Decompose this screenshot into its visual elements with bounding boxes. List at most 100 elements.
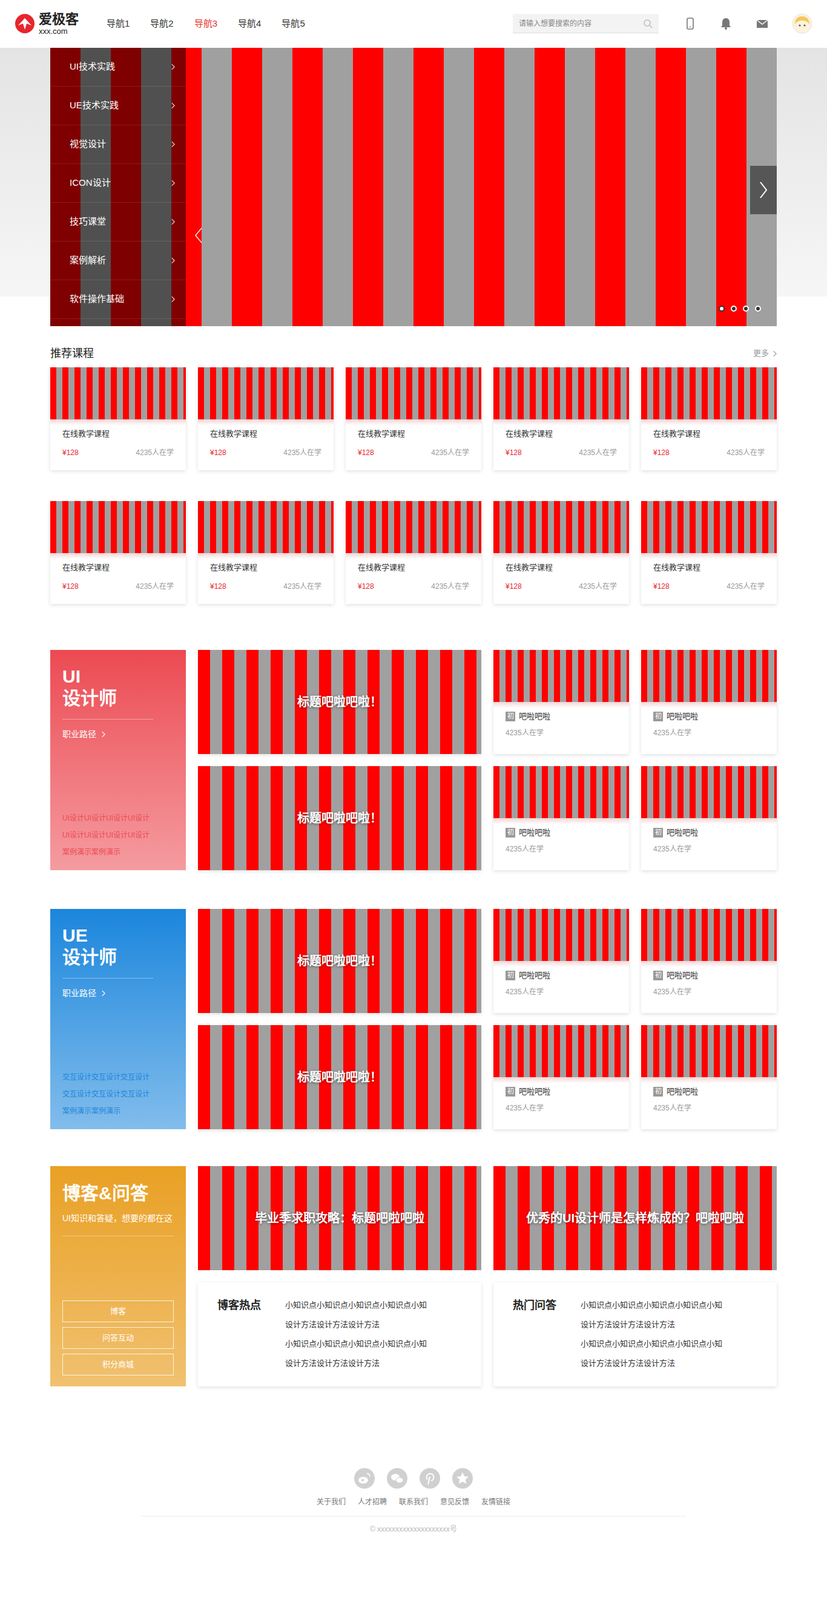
bell-icon[interactable] bbox=[719, 16, 733, 31]
track-subtitle: 设计师 bbox=[62, 687, 177, 710]
star-icon[interactable] bbox=[451, 1468, 474, 1490]
footer-link[interactable]: 友情链接 bbox=[481, 1497, 511, 1509]
blog-list-line[interactable]: 设计方法设计方法设计方法 bbox=[285, 1315, 427, 1335]
phone-icon[interactable] bbox=[684, 16, 697, 31]
category-item[interactable]: ICON设计 bbox=[50, 164, 186, 203]
blog-list-box: 热门问答小知识点小知识点小知识点小知识点小知设计方法设计方法设计方法小知识点小知… bbox=[493, 1282, 777, 1388]
slide-dot[interactable] bbox=[730, 305, 737, 312]
footer-links: 关于我们人才招聘联系我们意见反馈友情链接 bbox=[316, 1497, 511, 1509]
small-course-card[interactable]: 初吧啦吧啦4235人在学 bbox=[641, 650, 777, 755]
next-arrow-button[interactable] bbox=[750, 165, 777, 215]
blog-list-line[interactable]: 小知识点小知识点小知识点小知识点小知 bbox=[285, 1296, 427, 1316]
category-item[interactable]: 技巧课堂 bbox=[50, 202, 186, 242]
course-card[interactable]: 在线教学课程¥1284235人在学 bbox=[50, 501, 186, 605]
blog-button[interactable]: 问答互动 bbox=[62, 1327, 174, 1350]
career-path-label: 职业路径 bbox=[62, 987, 97, 1001]
nav-item[interactable]: 导航3 bbox=[194, 16, 218, 31]
small-course-students: 4235人在学 bbox=[505, 986, 617, 998]
category-item[interactable]: 视觉设计 bbox=[50, 125, 186, 165]
category-item[interactable]: 软件操作基础 bbox=[50, 280, 186, 320]
track-section: UI设计师职业路径UI设计UI设计UI设计UI设计UI设计UI设计UI设计UI设… bbox=[50, 650, 777, 871]
track-card[interactable]: UE设计师职业路径交互设计交互设计交互设计交互设计交互设计交互设计案例演示案例演… bbox=[50, 909, 186, 1130]
small-course-card[interactable]: 初吧啦吧啦4235人在学 bbox=[493, 909, 630, 1014]
small-course-card[interactable]: 初吧啦吧啦4235人在学 bbox=[641, 909, 777, 1014]
blog-list-line[interactable]: 小知识点小知识点小知识点小知识点小知 bbox=[580, 1334, 723, 1355]
slide-dot[interactable] bbox=[742, 305, 749, 312]
small-course-title: 吧啦吧啦 bbox=[666, 710, 699, 723]
blog-list-line[interactable]: 小知识点小知识点小知识点小知识点小知 bbox=[580, 1296, 723, 1316]
small-course-card[interactable]: 初吧啦吧啦4235人在学 bbox=[493, 1025, 630, 1130]
avatar-icon[interactable] bbox=[791, 13, 813, 34]
slide-dot[interactable] bbox=[718, 305, 725, 312]
course-card[interactable]: 在线教学课程¥1284235人在学 bbox=[493, 367, 630, 471]
slide-dot[interactable] bbox=[754, 305, 762, 312]
blog-button[interactable]: 博客 bbox=[62, 1301, 174, 1323]
course-card[interactable]: 在线教学课程¥1284235人在学 bbox=[345, 367, 482, 471]
category-label: UE技术实践 bbox=[69, 98, 119, 113]
feature-banner[interactable]: 标题吧啦吧啦！ bbox=[197, 909, 482, 1014]
footer: 关于我们人才招聘联系我们意见反馈友情链接© xxxxxxxxxxxxxxxxxx… bbox=[0, 1468, 827, 1572]
course-card[interactable]: 在线教学课程¥1284235人在学 bbox=[493, 501, 630, 605]
logo[interactable]: 爱极客xxx.com bbox=[14, 12, 79, 36]
small-course-students: 4235人在学 bbox=[653, 727, 765, 739]
mail-icon[interactable] bbox=[755, 16, 769, 31]
weibo-icon[interactable] bbox=[353, 1468, 376, 1490]
nav-item[interactable]: 导航5 bbox=[281, 16, 305, 31]
small-course-card[interactable]: 初吧啦吧啦4235人在学 bbox=[641, 766, 777, 871]
section-title: 推荐课程 bbox=[50, 345, 94, 363]
level-badge: 初 bbox=[653, 1087, 663, 1098]
footer-link[interactable]: 关于我们 bbox=[316, 1497, 346, 1509]
track-desc: 案例演示案例演示 bbox=[62, 1103, 177, 1121]
blog-list-line[interactable]: 设计方法设计方法设计方法 bbox=[580, 1315, 723, 1335]
more-link[interactable]: 更多 bbox=[753, 347, 777, 360]
blog-list-title: 博客热点 bbox=[217, 1296, 286, 1380]
chevron-right-icon bbox=[101, 990, 106, 998]
category-label: 技巧课堂 bbox=[69, 214, 106, 229]
course-card[interactable]: 在线教学课程¥1284235人在学 bbox=[197, 367, 334, 471]
nav-item[interactable]: 导航2 bbox=[150, 16, 174, 31]
blog-button[interactable]: 积分商城 bbox=[62, 1354, 174, 1377]
category-item[interactable]: 案例解析 bbox=[50, 241, 186, 281]
chevron-right-icon bbox=[170, 179, 175, 187]
nav-item[interactable]: 导航1 bbox=[106, 16, 130, 31]
blog-post-banner[interactable]: 毕业季求职攻略：标题吧啦吧啦 bbox=[197, 1166, 482, 1271]
prev-arrow-icon[interactable] bbox=[194, 227, 203, 244]
banner[interactable]: UI技术实践 UE技术实践视觉设计ICON设计技巧课堂案例解析软件操作基础 bbox=[50, 47, 777, 327]
category-item[interactable]: UE技术实践 bbox=[50, 86, 186, 126]
course-price: ¥128 bbox=[62, 581, 79, 593]
career-path-link[interactable]: 职业路径 bbox=[62, 728, 177, 742]
blog-list-line[interactable]: 设计方法设计方法设计方法 bbox=[285, 1354, 427, 1374]
pinterest-icon[interactable] bbox=[418, 1468, 441, 1490]
course-image bbox=[197, 501, 334, 554]
chevron-right-icon bbox=[101, 731, 106, 739]
blog-list-line[interactable]: 设计方法设计方法设计方法 bbox=[580, 1354, 723, 1374]
blog-list-title: 热门问答 bbox=[512, 1296, 581, 1380]
feature-banner[interactable]: 标题吧啦吧啦！ bbox=[197, 1025, 482, 1130]
logo-name: 爱极客 bbox=[38, 12, 79, 27]
nav-item[interactable]: 导航4 bbox=[237, 16, 261, 31]
career-path-link[interactable]: 职业路径 bbox=[62, 987, 177, 1001]
course-card[interactable]: 在线教学课程¥1284235人在学 bbox=[641, 501, 777, 605]
category-item[interactable]: UI技术实践 bbox=[50, 47, 186, 87]
footer-link[interactable]: 人才招聘 bbox=[357, 1497, 387, 1509]
course-card[interactable]: 在线教学课程¥1284235人在学 bbox=[197, 501, 334, 605]
search-input[interactable] bbox=[518, 18, 643, 30]
small-course-card[interactable]: 初吧啦吧啦4235人在学 bbox=[493, 650, 630, 755]
footer-link[interactable]: 联系我们 bbox=[398, 1497, 429, 1509]
small-course-card[interactable]: 初吧啦吧啦4235人在学 bbox=[493, 766, 630, 871]
track-card[interactable]: UI设计师职业路径UI设计UI设计UI设计UI设计UI设计UI设计UI设计UI设… bbox=[50, 650, 186, 871]
blog-post-banner[interactable]: 优秀的UI设计师是怎样炼成的？吧啦吧啦 bbox=[493, 1166, 777, 1271]
next-arrow-icon bbox=[758, 181, 769, 200]
blog-title: 博客&问答 bbox=[62, 1182, 174, 1206]
small-card-grid: 初吧啦吧啦4235人在学初吧啦吧啦4235人在学初吧啦吧啦4235人在学初吧啦吧… bbox=[493, 909, 777, 1130]
wechat-icon[interactable] bbox=[386, 1468, 409, 1490]
course-card[interactable]: 在线教学课程¥1284235人在学 bbox=[345, 501, 482, 605]
feature-banner[interactable]: 标题吧啦吧啦！ bbox=[197, 766, 482, 871]
footer-link[interactable]: 意见反馈 bbox=[440, 1497, 470, 1509]
feature-banner[interactable]: 标题吧啦吧啦！ bbox=[197, 650, 482, 755]
course-card[interactable]: 在线教学课程¥1284235人在学 bbox=[641, 367, 777, 471]
search-icon[interactable] bbox=[642, 18, 653, 29]
blog-list-line[interactable]: 小知识点小知识点小知识点小知识点小知 bbox=[285, 1334, 427, 1355]
course-card[interactable]: 在线教学课程¥1284235人在学 bbox=[50, 367, 186, 471]
small-course-card[interactable]: 初吧啦吧啦4235人在学 bbox=[641, 1025, 777, 1130]
